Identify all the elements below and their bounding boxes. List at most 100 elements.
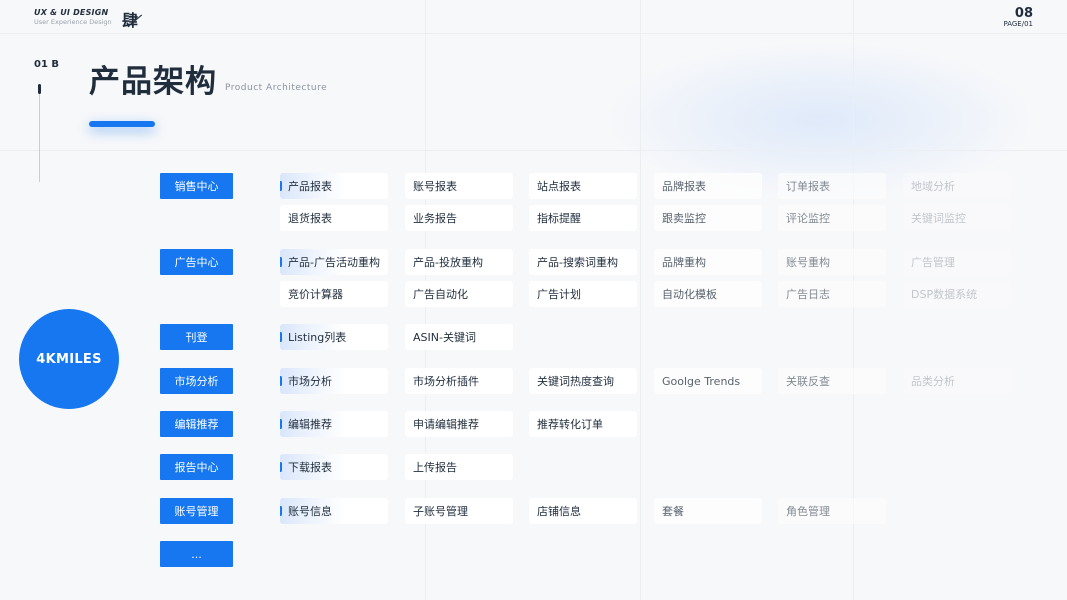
module-item[interactable]: 业务报告: [405, 205, 513, 231]
module-item[interactable]: 上传报告: [405, 454, 513, 480]
module-item-label: 评论监控: [786, 212, 830, 225]
category-button[interactable]: ...: [160, 541, 233, 567]
brand: UX & UI DESIGN User Experience Design: [34, 8, 112, 26]
module-item-label: 竞价计算器: [288, 288, 343, 301]
module-item[interactable]: 评论监控: [778, 205, 886, 231]
module-item-label: 关键词热度查询: [537, 375, 614, 388]
module-item[interactable]: 竞价计算器: [280, 281, 388, 307]
title-accent-bar: [89, 121, 155, 127]
module-item[interactable]: 推荐转化订单: [529, 411, 637, 437]
module-item[interactable]: 产品-搜索词重构: [529, 249, 637, 275]
module-item-label: 关联反查: [786, 375, 830, 388]
module-item[interactable]: 角色管理: [778, 498, 886, 524]
module-item[interactable]: 下载报表: [280, 454, 388, 480]
module-item-label: 上传报告: [413, 461, 457, 474]
category-button[interactable]: 账号管理: [160, 498, 233, 524]
module-item-label: 下载报表: [288, 461, 332, 474]
category-button[interactable]: 市场分析: [160, 368, 233, 394]
module-item-label: DSP数据系统: [911, 288, 978, 301]
module-item-label: 店铺信息: [537, 505, 581, 518]
section-index: 01 B: [34, 59, 60, 70]
section-divider-cap: [38, 84, 41, 94]
module-item-label: 广告自动化: [413, 288, 468, 301]
module-item-label: 编辑推荐: [288, 418, 332, 431]
module-item[interactable]: 账号信息: [280, 498, 388, 524]
module-item-label: 产品-搜索词重构: [537, 256, 618, 269]
module-item-label: 账号报表: [413, 180, 457, 193]
module-item-label: 关键词监控: [911, 212, 966, 225]
module-item-label: ASIN-关键词: [413, 331, 476, 344]
module-item[interactable]: 产品-广告活动重构: [280, 249, 388, 275]
module-item-label: 推荐转化订单: [537, 418, 603, 431]
module-item[interactable]: 关键词热度查询: [529, 368, 637, 394]
module-item[interactable]: 地域分析: [903, 173, 1011, 199]
module-item-label: 广告计划: [537, 288, 581, 301]
module-item[interactable]: 产品-投放重构: [405, 249, 513, 275]
module-item[interactable]: 指标提醒: [529, 205, 637, 231]
module-item-label: 站点报表: [537, 180, 581, 193]
module-item[interactable]: 订单报表: [778, 173, 886, 199]
module-item-label: 指标提醒: [537, 212, 581, 225]
module-item[interactable]: 广告日志: [778, 281, 886, 307]
module-item-label: 申请编辑推荐: [413, 418, 479, 431]
category-button[interactable]: 销售中心: [160, 173, 233, 199]
category-button[interactable]: 报告中心: [160, 454, 233, 480]
brand-subtitle: User Experience Design: [34, 18, 112, 26]
module-item[interactable]: 广告管理: [903, 249, 1011, 275]
module-item-label: 退货报表: [288, 212, 332, 225]
module-item-label: 市场分析插件: [413, 375, 479, 388]
module-item[interactable]: 市场分析插件: [405, 368, 513, 394]
module-item-label: 广告日志: [786, 288, 830, 301]
module-item-label: 广告管理: [911, 256, 955, 269]
module-item[interactable]: 退货报表: [280, 205, 388, 231]
module-item[interactable]: 关联反查: [778, 368, 886, 394]
brand-title: UX & UI DESIGN: [34, 8, 109, 17]
category-button[interactable]: 刊登: [160, 324, 233, 350]
section-divider: [39, 84, 40, 182]
page-number-label: PAGE/01: [1003, 20, 1033, 28]
module-item-label: Listing列表: [288, 331, 347, 344]
module-item-label: 产品报表: [288, 180, 332, 193]
module-item-label: 产品-广告活动重构: [288, 256, 380, 269]
grid-line: [640, 0, 641, 600]
module-item[interactable]: 自动化模板: [654, 281, 762, 307]
page-subtitle: Product Architecture: [225, 83, 328, 93]
module-item-label: 自动化模板: [662, 288, 717, 301]
module-item-label: 地域分析: [911, 180, 955, 193]
module-item[interactable]: 广告计划: [529, 281, 637, 307]
page-number-value: 08: [1014, 6, 1033, 21]
module-item-label: 业务报告: [413, 212, 457, 225]
module-item[interactable]: 市场分析: [280, 368, 388, 394]
grid-line: [0, 150, 1067, 151]
module-item[interactable]: ASIN-关键词: [405, 324, 513, 350]
module-item[interactable]: 产品报表: [280, 173, 388, 199]
module-item-label: 品类分析: [911, 375, 955, 388]
page-title: 产品架构: [89, 64, 217, 100]
module-item[interactable]: 品牌重构: [654, 249, 762, 275]
module-item-label: 跟卖监控: [662, 212, 706, 225]
module-item[interactable]: 子账号管理: [405, 498, 513, 524]
module-item[interactable]: 店铺信息: [529, 498, 637, 524]
module-item[interactable]: 套餐: [654, 498, 762, 524]
module-item[interactable]: DSP数据系统: [903, 281, 1011, 307]
module-item[interactable]: 广告自动化: [405, 281, 513, 307]
module-item-label: Goolge Trends: [662, 374, 741, 388]
module-item[interactable]: 跟卖监控: [654, 205, 762, 231]
module-item[interactable]: Listing列表: [280, 324, 388, 350]
category-button[interactable]: 编辑推荐: [160, 411, 233, 437]
module-item-label: 套餐: [662, 505, 684, 518]
module-item[interactable]: 站点报表: [529, 173, 637, 199]
module-item[interactable]: 品类分析: [903, 368, 1011, 394]
grid-line: [0, 33, 1067, 34]
module-item[interactable]: Goolge Trends: [654, 368, 762, 394]
module-item[interactable]: 账号报表: [405, 173, 513, 199]
module-item[interactable]: 申请编辑推荐: [405, 411, 513, 437]
module-item[interactable]: 编辑推荐: [280, 411, 388, 437]
module-item[interactable]: 关键词监控: [903, 205, 1011, 231]
module-item-label: 产品-投放重构: [413, 256, 483, 269]
module-item-label: 账号信息: [288, 505, 332, 518]
module-item[interactable]: 账号重构: [778, 249, 886, 275]
module-item[interactable]: 品牌报表: [654, 173, 762, 199]
category-button[interactable]: 广告中心: [160, 249, 233, 275]
hub-label: 4KMILES: [36, 351, 102, 367]
